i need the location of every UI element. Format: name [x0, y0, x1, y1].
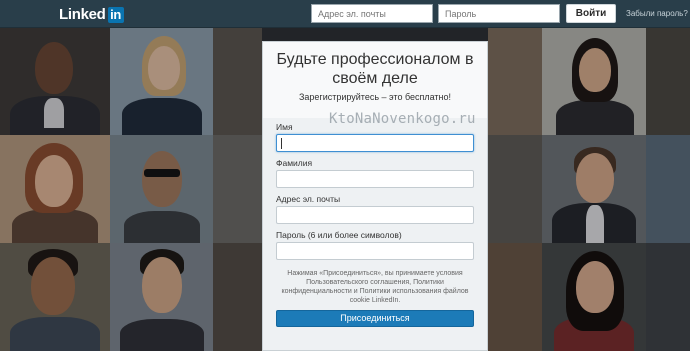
logo-in-badge: in	[107, 6, 124, 23]
signup-card: Будьте профессионалом в своём деле Зарег…	[262, 41, 488, 351]
last-name-label: Фамилия	[276, 158, 313, 168]
first-name-input[interactable]	[276, 134, 474, 152]
linkedin-logo[interactable]: Linked in	[59, 6, 124, 23]
password-label: Пароль (6 или более символов)	[276, 230, 402, 240]
email-input[interactable]	[276, 206, 474, 224]
top-header: Linked in Войти Забыли пароль?	[0, 0, 690, 28]
signup-title: Будьте профессионалом в своём деле	[276, 51, 474, 87]
header-password-input[interactable]	[438, 4, 560, 23]
first-name-label: Имя	[276, 122, 293, 132]
text-caret	[281, 138, 282, 149]
forgot-password-link[interactable]: Забыли пароль?	[626, 9, 688, 18]
password-input[interactable]	[276, 242, 474, 260]
join-button[interactable]: Присоединиться	[276, 310, 474, 327]
header-email-input[interactable]	[311, 4, 433, 23]
logo-text: Linked	[59, 6, 106, 23]
last-name-input[interactable]	[276, 170, 474, 188]
signup-card-header: Будьте профессионалом в своём деле Зарег…	[263, 42, 487, 118]
email-label: Адрес эл. почты	[276, 194, 341, 204]
login-button[interactable]: Войти	[566, 4, 616, 23]
signup-subtitle: Зарегистрируйтесь – это бесплатно!	[298, 92, 452, 102]
terms-notice: Нажимая «Присоединиться», вы принимаете …	[281, 270, 469, 304]
